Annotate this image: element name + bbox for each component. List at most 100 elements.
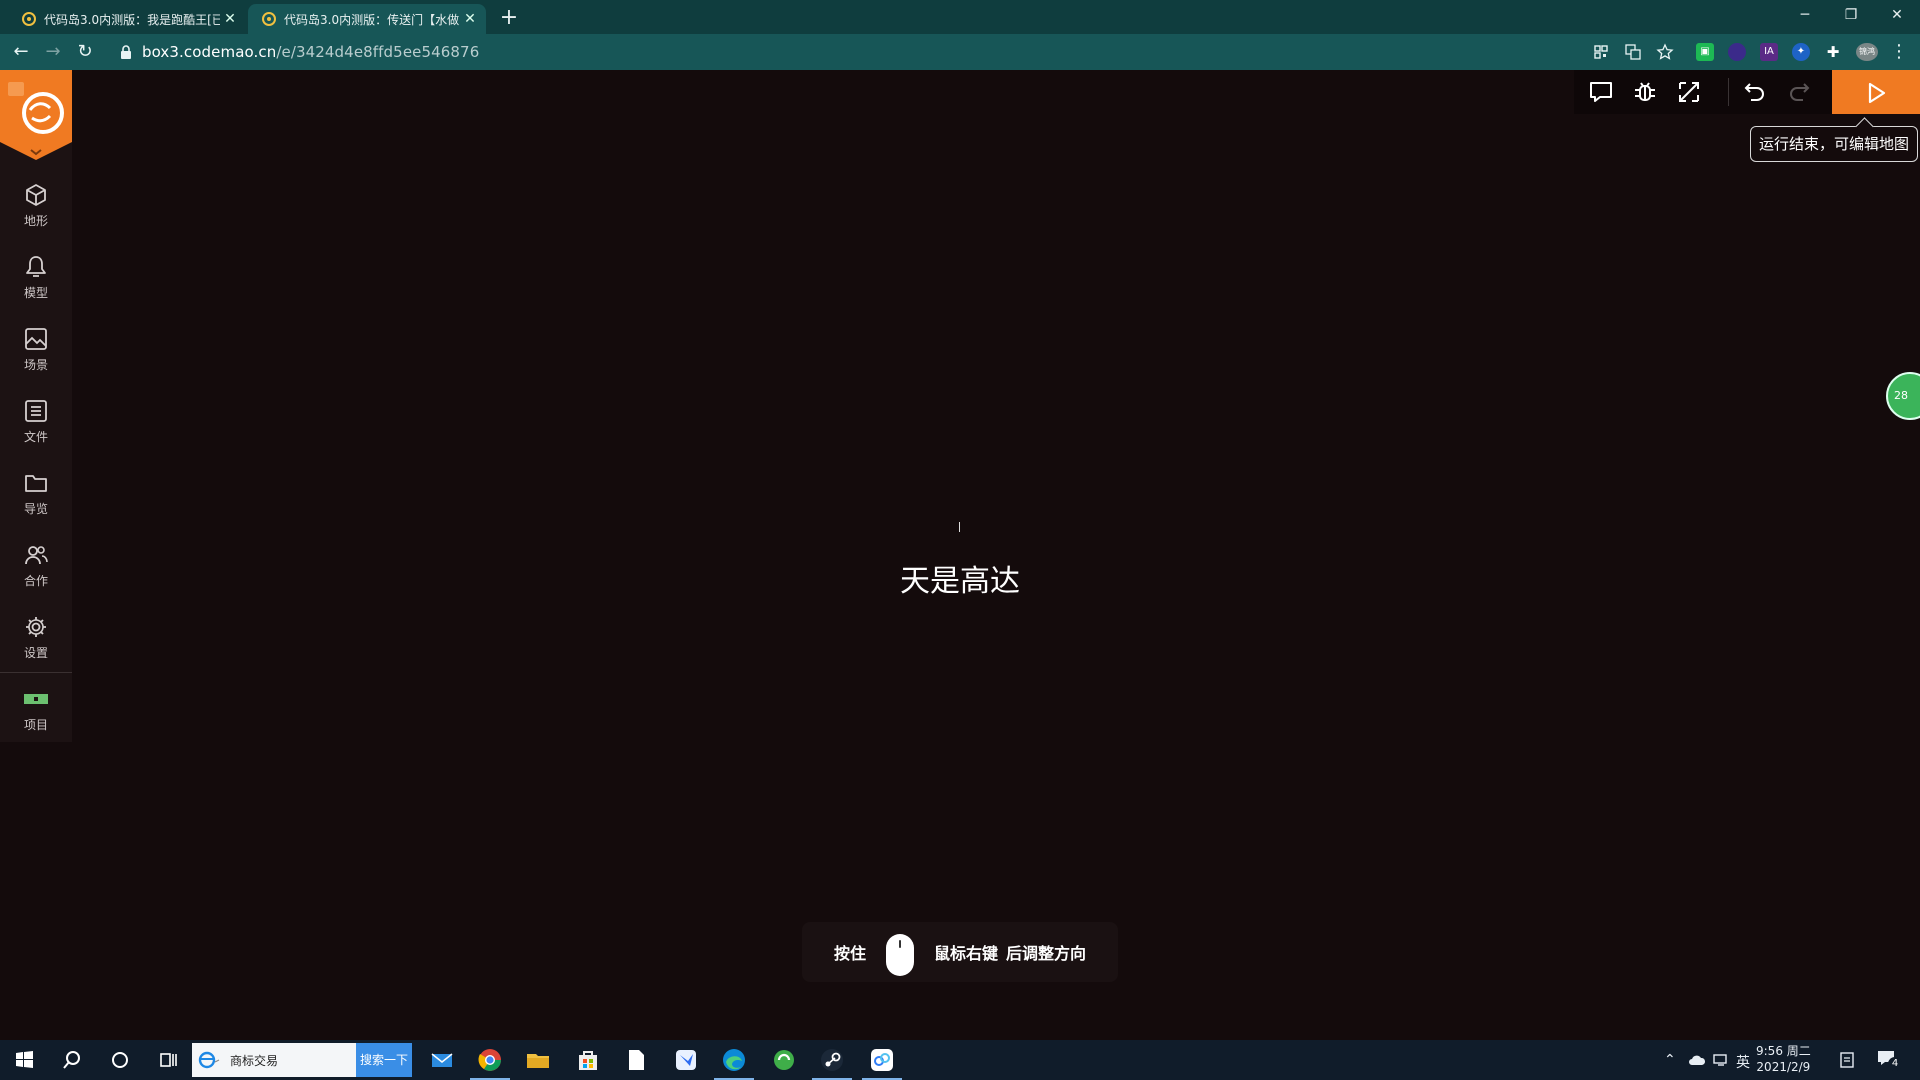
browser-tab-strip: 代码岛3.0内测版：我是跑酷王[已 ✕ 代码岛3.0内测版：传送门【水做 ✕ +… <box>0 0 1920 34</box>
feishu-icon[interactable] <box>672 1046 700 1074</box>
extension-ia-icon[interactable]: IA <box>1760 43 1778 61</box>
sidebar-item-label: 设置 <box>23 646 48 660</box>
minimize-window-icon[interactable]: ─ <box>1782 0 1828 30</box>
profile-avatar[interactable]: 锦鸿 <box>1856 43 1878 61</box>
translate-icon[interactable] <box>1624 43 1642 61</box>
sidebar-item-settings[interactable]: 设置 <box>0 608 72 670</box>
windows-start-icon[interactable] <box>10 1046 38 1074</box>
browser-tab-1[interactable]: 代码岛3.0内测版：我是跑酷王[已 ✕ <box>8 4 246 34</box>
file-list-icon <box>25 400 47 422</box>
url-domain: box3.codemao.cn <box>142 43 277 61</box>
sidebar-item-guide[interactable]: 导览 <box>0 464 72 526</box>
folder-icon <box>25 475 47 492</box>
green-app-icon[interactable] <box>770 1046 798 1074</box>
play-icon <box>1868 82 1886 104</box>
fullscreen-icon[interactable] <box>1676 79 1702 105</box>
show-hidden-icons-chevron-icon[interactable]: ⌃ <box>1664 1052 1676 1068</box>
windows-taskbar: 商标交易 搜索一下 ⌃ 英 9:56 周二 2021/2/9 4 <box>0 1040 1920 1080</box>
crosshair <box>959 522 960 532</box>
baidu-netdisk-icon[interactable] <box>868 1046 896 1074</box>
store-icon[interactable] <box>574 1046 602 1074</box>
restore-window-icon[interactable]: ❐ <box>1828 0 1874 30</box>
sidebar-item-scene[interactable]: 场景 <box>0 320 72 382</box>
sidebar-item-label: 模型 <box>23 286 48 300</box>
search-button[interactable]: 搜索一下 <box>356 1043 412 1077</box>
undo-icon[interactable] <box>1742 79 1768 105</box>
mouse-icon <box>886 934 914 976</box>
hint-adjust-text: 后调整方向 <box>1006 944 1087 963</box>
ie-logo-icon <box>198 1051 220 1069</box>
close-tab-icon[interactable]: ✕ <box>460 11 480 27</box>
extension-green-icon[interactable]: ▣ <box>1696 43 1714 61</box>
toolbar-divider <box>1728 78 1729 106</box>
tab-title: 代码岛3.0内测版：我是跑酷王[已 <box>44 12 220 27</box>
run-button[interactable] <box>1832 70 1920 114</box>
document-icon[interactable] <box>622 1046 650 1074</box>
action-center-button[interactable]: 4 <box>1876 1049 1902 1071</box>
chat-icon[interactable] <box>1588 79 1614 105</box>
browser-tab-2[interactable]: 代码岛3.0内测版：传送门【水做 ✕ <box>248 4 486 34</box>
hint-right-key-text: 鼠标右键 <box>934 944 999 963</box>
mail-icon[interactable] <box>428 1046 456 1074</box>
new-tab-button[interactable]: + <box>496 6 522 32</box>
sidebar-item-model[interactable]: 模型 <box>0 248 72 310</box>
editor-top-toolbar <box>1574 70 1920 114</box>
close-tab-icon[interactable]: ✕ <box>220 11 240 27</box>
onedrive-cloud-icon[interactable] <box>1688 1053 1706 1067</box>
editor-canvas[interactable]: 地形 模型 场景 文件 导览 合作 设置 项目 运行结束，可编辑地图 28 天是… <box>0 70 1920 1040</box>
reload-icon[interactable]: ↻ <box>74 41 96 63</box>
browser-menu-icon[interactable]: ⋮ <box>1888 41 1910 63</box>
sidebar-item-files[interactable]: 文件 <box>0 392 72 454</box>
sidebar-item-label: 文件 <box>23 430 48 444</box>
file-explorer-icon[interactable] <box>524 1046 552 1074</box>
cube-icon <box>26 184 46 206</box>
forward-icon[interactable]: → <box>42 41 64 63</box>
notification-count-badge: 4 <box>1888 1057 1902 1071</box>
debug-bug-icon[interactable] <box>1632 79 1658 105</box>
ime-indicator[interactable]: 英 <box>1736 1052 1750 1072</box>
search-query: 商标交易 <box>230 1054 279 1068</box>
search-icon[interactable] <box>58 1046 86 1074</box>
back-icon[interactable]: ← <box>10 41 32 63</box>
left-sidebar: 地形 模型 场景 文件 导览 合作 设置 项目 <box>0 70 72 742</box>
box3-logo-icon[interactable] <box>0 70 72 160</box>
sidebar-divider <box>0 672 72 673</box>
network-icon[interactable] <box>1712 1053 1730 1067</box>
chrome-icon[interactable] <box>476 1046 504 1074</box>
notes-icon[interactable] <box>1838 1051 1856 1069</box>
project-icon <box>24 694 48 704</box>
extension-bird-icon[interactable]: ✦ <box>1792 43 1810 61</box>
edge-icon[interactable] <box>720 1046 748 1074</box>
sidebar-item-label: 项目 <box>23 718 48 732</box>
cortana-icon[interactable] <box>106 1046 134 1074</box>
extension-orb-icon[interactable] <box>1728 43 1746 61</box>
online-users-badge[interactable]: 28 <box>1886 372 1920 420</box>
qr-code-icon[interactable] <box>1592 43 1610 61</box>
url-path: /e/3424d4e8ffd5ee546876 <box>276 43 480 61</box>
bookmark-star-icon[interactable] <box>1656 43 1674 61</box>
run-status-tooltip: 运行结束，可编辑地图 <box>1749 126 1918 162</box>
sidebar-item-label: 场景 <box>23 358 48 372</box>
sidebar-item-project[interactable]: 项目 <box>0 680 72 742</box>
sidebar-item-label: 地形 <box>23 214 48 228</box>
image-icon <box>25 328 47 350</box>
task-view-icon[interactable] <box>154 1046 182 1074</box>
clock-time: 9:56 周二 <box>1756 1044 1811 1058</box>
sidebar-item-label: 导览 <box>23 502 48 516</box>
gear-icon <box>26 617 46 637</box>
hint-hold-text: 按住 <box>834 944 867 963</box>
steam-icon[interactable] <box>818 1046 846 1074</box>
system-clock[interactable]: 9:56 周二 2021/2/9 <box>1756 1043 1811 1075</box>
taskbar-search-input[interactable]: 商标交易 <box>192 1043 356 1077</box>
clock-date: 2021/2/9 <box>1756 1060 1811 1074</box>
codemao-favicon-icon <box>22 12 36 26</box>
lock-icon <box>121 45 131 59</box>
scene-center-text: 天是高达 <box>900 564 1020 599</box>
codemao-favicon-icon <box>262 12 276 26</box>
address-bar[interactable]: box3.codemao.cn/e/3424d4e8ffd5ee546876 <box>142 43 479 61</box>
camera-hint: 按住 鼠标右键 后调整方向 <box>802 922 1118 982</box>
close-window-icon[interactable]: ✕ <box>1874 0 1920 30</box>
extensions-puzzle-icon[interactable]: ✚ <box>1824 43 1842 61</box>
redo-icon[interactable] <box>1786 79 1812 105</box>
sidebar-item-terrain[interactable]: 地形 <box>0 176 72 238</box>
